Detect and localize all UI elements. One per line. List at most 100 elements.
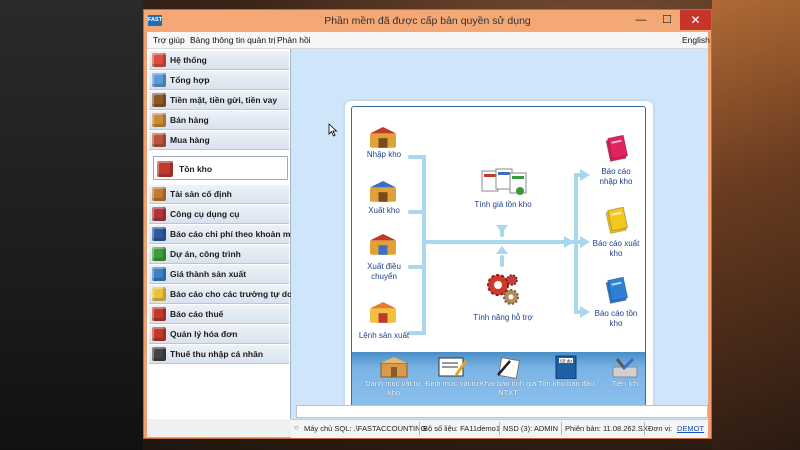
- flow-item-label: Xuất kho: [368, 206, 400, 215]
- purchase-icon: [152, 133, 166, 147]
- mouse-cursor-icon: [328, 123, 338, 137]
- flow-report-3[interactable]: Báo cáo tồn kho: [592, 276, 644, 335]
- flow-item-label: Lệnh sản xuất: [358, 331, 410, 340]
- flow-report-2[interactable]: Báo cáo xuất kho: [592, 206, 644, 265]
- sidebar-item[interactable]: Quản lý hóa đơn: [149, 325, 289, 344]
- export-report-icon: [602, 206, 630, 235]
- menu-bar: Trợ giúp Bảng thông tin quản trị Phản hồ…: [147, 32, 710, 49]
- flow-valuation[interactable]: Tính giá tồn kho: [468, 167, 538, 217]
- cash-icon: [152, 93, 166, 107]
- sales-icon: [152, 113, 166, 127]
- maximize-button[interactable]: ☐: [654, 10, 680, 30]
- flow-item-label: Báo cáo xuất kho: [592, 239, 640, 258]
- flow-item-2[interactable]: Xuất kho: [356, 179, 412, 229]
- toolbar-item[interactable]: Khai báo tính giá NTXT: [480, 352, 536, 406]
- sidebar-item[interactable]: Bán hàng: [149, 111, 289, 130]
- personal-tax-icon: [152, 347, 166, 361]
- material-catalog-icon: [378, 355, 410, 379]
- inventory-valuation-icon: [480, 167, 528, 197]
- status-divider: [419, 422, 420, 435]
- sidebar-item[interactable]: Công cụ dụng cụ: [149, 205, 289, 224]
- sidebar-item[interactable]: Tài sản cố định: [149, 185, 289, 204]
- toolbar-item[interactable]: Tiện ích: [607, 352, 643, 406]
- sidebar-item-label: Công cụ dụng cụ: [170, 209, 240, 219]
- sidebar-item-label: Hệ thống: [170, 55, 207, 65]
- flow-report-1[interactable]: Báo cáo nhập kho: [592, 134, 644, 193]
- support-features-icon: [484, 271, 522, 309]
- desktop-background-right: [712, 0, 800, 450]
- sidebar-item-label: Tổng hợp: [170, 75, 210, 85]
- sidebar-item-label: Tài sản cố định: [170, 189, 232, 199]
- sidebar-item[interactable]: Hệ thống: [149, 51, 289, 70]
- sidebar-item[interactable]: Tổng hợp: [149, 71, 289, 90]
- toolbar-item-label: Khai báo tính giá NTXT: [479, 379, 537, 397]
- stock-report-icon: [602, 276, 630, 305]
- toolbar-item-label: Tồn kho ban đầu: [537, 379, 595, 388]
- production-cost-icon: [152, 267, 166, 281]
- sidebar-item[interactable]: Dự án, công trình: [149, 245, 289, 264]
- client-area: Trợ giúp Bảng thông tin quản trị Phản hồ…: [147, 32, 710, 438]
- flow-item-label: Nhập kho: [366, 150, 402, 159]
- sidebar-item[interactable]: Báo cáo chi phí theo khoản mục: [149, 225, 300, 244]
- flow-item-4[interactable]: Lệnh sản xuất: [356, 300, 412, 350]
- inventory-flow-frame: Nhập kho Xuất kho Xuất điều chuyển Lệnh sản…: [351, 106, 646, 407]
- fifo-declare-icon: [492, 355, 524, 380]
- sidebar-item-label: Báo cáo chi phí theo khoản mục: [170, 229, 301, 239]
- app-window: FAST Phần mềm đã được cấp bản quyền sử d…: [143, 9, 712, 439]
- project-icon: [152, 247, 166, 261]
- minimize-button[interactable]: —: [628, 10, 654, 30]
- toolbar-item[interactable]: Số dư Tồn kho ban đầu: [538, 352, 594, 406]
- tax-report-icon: [152, 307, 166, 321]
- flow-item-label: Báo cáo nhập kho: [599, 167, 633, 186]
- status-divider: [499, 422, 500, 435]
- flow-item-1[interactable]: Nhập kho: [356, 125, 412, 175]
- status-user: NSD (3): ADMIN: [503, 424, 559, 433]
- sidebar-item-label: Bán hàng: [170, 115, 209, 125]
- menu-help[interactable]: Trợ giúp: [153, 35, 185, 45]
- invoice-icon: [152, 327, 166, 341]
- export-stock-icon: [368, 179, 398, 203]
- custom-report-icon: [152, 287, 166, 301]
- status-divider: [561, 422, 562, 435]
- flow-item-label: Xuất điều chuyển: [367, 262, 401, 281]
- close-button[interactable]: ✕: [680, 10, 711, 30]
- menu-admin-dashboard[interactable]: Bảng thông tin quản trị: [190, 35, 276, 45]
- transfer-stock-icon: [368, 232, 398, 256]
- production-order-icon: [368, 300, 398, 324]
- sidebar-item[interactable]: Tồn kho: [153, 156, 288, 180]
- sidebar-item-label: Mua hàng: [170, 135, 210, 145]
- sidebar-item-label: Tiền mặt, tiền gửi, tiền vay: [170, 95, 278, 105]
- sidebar-item-label: Báo cáo cho các trường tự do: [170, 289, 293, 299]
- sidebar-item-label: Thuế thu nhập cá nhân: [170, 349, 264, 359]
- menu-feedback[interactable]: Phản hồi: [277, 35, 311, 45]
- material-norm-icon: [436, 355, 468, 379]
- sidebar-item[interactable]: Tiền mặt, tiền gửi, tiền vay: [149, 91, 289, 110]
- command-input[interactable]: [296, 405, 708, 418]
- status-unit-label: Đơn vị:: [648, 424, 673, 433]
- sidebar-item[interactable]: Báo cáo thuế: [149, 305, 289, 324]
- status-database: Bộ số liệu: FA11demo1: [423, 424, 500, 433]
- title-bar[interactable]: FAST Phần mềm đã được cấp bản quyền sử d…: [144, 10, 711, 32]
- sidebar-item-label: Quản lý hóa đơn: [170, 329, 238, 339]
- system-icon: [152, 53, 166, 67]
- status-unit-link[interactable]: DEMOT: [677, 424, 704, 433]
- status-version: Phiên bản: 11.08.262.SX: [565, 424, 648, 433]
- sidebar-item-label: Dự án, công trình: [170, 249, 241, 259]
- expense-report-icon: [152, 227, 166, 241]
- opening-stock-badge: Số dư: [560, 358, 572, 363]
- toolbar-item[interactable]: Định mức vật tư: [425, 352, 479, 406]
- inventory-icon: [157, 161, 173, 177]
- flow-item-label: Báo cáo tồn kho: [594, 309, 638, 328]
- toolbar-item[interactable]: Danh mục vật tư, kho: [365, 352, 423, 406]
- flow-item-3[interactable]: Xuất điều chuyển: [356, 232, 412, 282]
- sidebar-item[interactable]: Thuế thu nhập cá nhân: [149, 345, 289, 364]
- inventory-dashboard: Nhập kho Xuất kho Xuất điều chuyển Lệnh sản…: [291, 49, 708, 420]
- window-title: Phần mềm đã được cấp bản quyền sử dụng: [324, 15, 531, 27]
- sidebar-item[interactable]: Giá thành sản xuất: [149, 265, 289, 284]
- flow-support[interactable]: Tính năng hỗ trợ: [468, 271, 538, 322]
- sidebar-item[interactable]: Mua hàng: [149, 131, 289, 150]
- sidebar-item[interactable]: Báo cáo cho các trường tự do: [149, 285, 293, 304]
- flow-item-label: Tính giá tồn kho: [474, 200, 532, 209]
- menu-language-english[interactable]: English: [682, 35, 710, 45]
- server-status-icon: ○: [294, 423, 299, 432]
